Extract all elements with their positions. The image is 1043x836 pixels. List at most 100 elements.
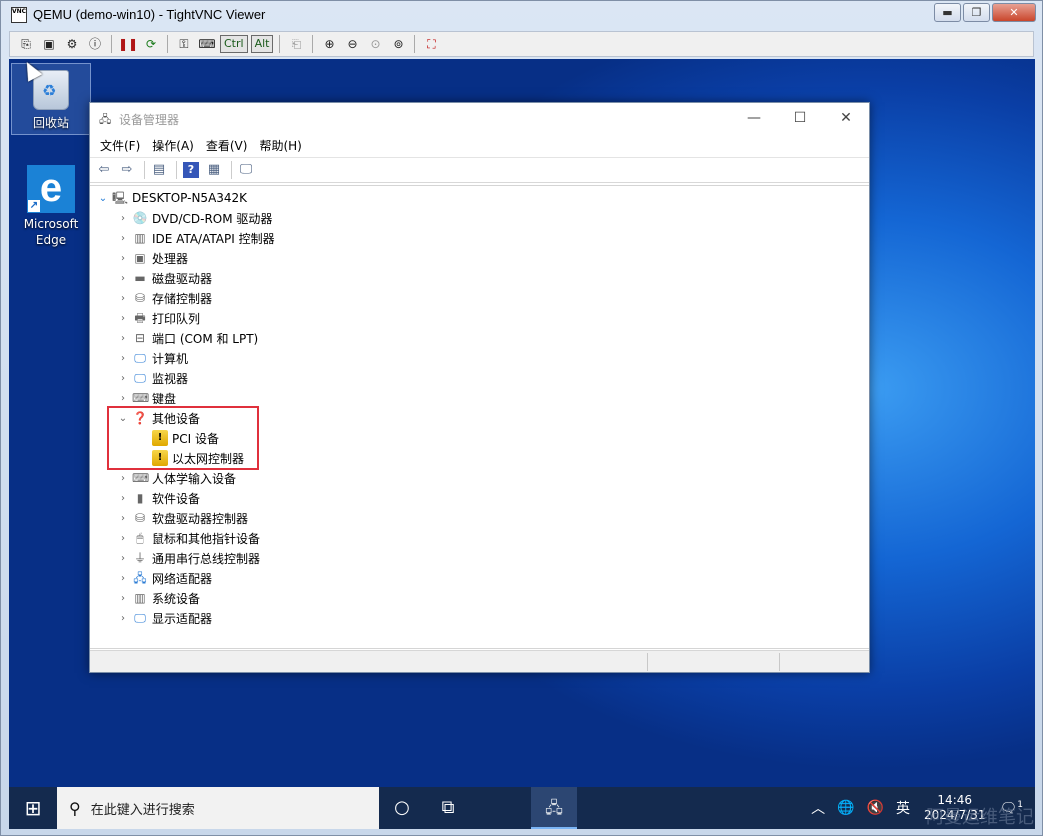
device-tree[interactable]: ⌄ 🖳 DESKTOP-N5A342K › 💿 DVD/CD-ROM 驱动器 › ▥ ID… <box>90 185 869 649</box>
refresh-icon[interactable]: ⟳ <box>141 34 161 54</box>
back-icon[interactable]: ⇦ <box>94 160 114 180</box>
chevron-down-icon[interactable]: ⌄ <box>96 193 110 204</box>
start-button[interactable]: ⊞ <box>9 787 57 829</box>
clipboard-icon[interactable]: ⎗ <box>286 34 306 54</box>
chevron-right-icon[interactable]: › <box>116 473 130 484</box>
tree-category-7[interactable]: › 🖵 计算机 <box>116 348 188 368</box>
vnc-window-title: QEMU (demo-win10) - TightVNC Viewer <box>33 7 266 22</box>
view-icon[interactable]: ▦ <box>204 160 224 180</box>
alt-key-button[interactable]: Alt <box>250 35 274 53</box>
dm-window-title: 设备管理器 <box>119 113 180 127</box>
forward-icon[interactable]: ⇨ <box>117 160 137 180</box>
help-icon[interactable]: ? <box>183 162 199 178</box>
zoom-fit-icon[interactable]: ⊚ <box>388 34 408 54</box>
chevron-right-icon[interactable]: › <box>116 233 130 244</box>
pause-icon[interactable]: ❚❚ <box>118 34 138 54</box>
chevron-right-icon[interactable]: › <box>116 393 130 404</box>
menu-help[interactable]: 帮助(H) <box>253 137 307 154</box>
options-icon[interactable]: ⚙ <box>62 34 82 54</box>
close-button[interactable]: ✕ <box>992 3 1036 22</box>
ctrl-alt-del-icon[interactable]: ⌨ <box>197 34 217 54</box>
tree-category-6[interactable]: › ⊟ 端口 (COM 和 LPT) <box>116 328 258 348</box>
chevron-right-icon[interactable]: › <box>116 273 130 284</box>
dm-title-bar[interactable]: 🖧 设备管理器 — ☐ ✕ <box>90 103 869 133</box>
key-icon[interactable]: ⚿ <box>174 34 194 54</box>
device-manager-taskbar-button[interactable]: 🖧 <box>531 787 577 829</box>
tree-category-18[interactable]: › 🖵 显示适配器 <box>116 608 212 628</box>
chevron-right-icon[interactable]: › <box>116 373 130 384</box>
chevron-right-icon[interactable]: › <box>116 593 130 604</box>
tree-category-5[interactable]: › 🖶 打印队列 <box>116 308 200 328</box>
dvd-icon: 💿 <box>132 211 148 225</box>
chevron-right-icon[interactable]: › <box>116 333 130 344</box>
close-icon: ✕ <box>840 110 852 126</box>
chevron-right-icon[interactable]: › <box>116 553 130 564</box>
chevron-right-icon[interactable]: › <box>116 353 130 364</box>
task-view-button[interactable]: ⧉ <box>425 787 471 829</box>
edge-label: Microsoft Edge <box>23 217 79 247</box>
tree-category-11[interactable]: › ⌨ 人体学输入设备 <box>116 468 236 488</box>
properties-icon[interactable]: ▤ <box>149 160 169 180</box>
dm-close-button[interactable]: ✕ <box>823 103 869 133</box>
ime-indicator[interactable]: 英 <box>896 798 910 818</box>
monitor-icon[interactable]: 🖵 <box>236 160 256 180</box>
chevron-right-icon[interactable]: › <box>116 513 130 524</box>
tree-category-14[interactable]: › 🖱 鼠标和其他指针设备 <box>116 528 260 548</box>
chevron-right-icon[interactable]: › <box>116 533 130 544</box>
chevron-right-icon[interactable]: › <box>116 573 130 584</box>
tree-category-4[interactable]: › ⛁ 存储控制器 <box>116 288 212 308</box>
chevron-right-icon[interactable]: › <box>116 213 130 224</box>
toolbar-separator <box>231 161 232 179</box>
dm-minimize-button[interactable]: — <box>731 103 777 133</box>
network-icon[interactable]: 🌐 <box>837 800 854 816</box>
tree-category-12[interactable]: › ▮ 软件设备 <box>116 488 200 508</box>
tree-category-2[interactable]: › ▣ 处理器 <box>116 248 188 268</box>
tree-category-label: 显示适配器 <box>152 611 213 626</box>
dm-maximize-button[interactable]: ☐ <box>777 103 823 133</box>
chevron-down-icon[interactable]: ⌄ <box>116 413 130 424</box>
minimize-button[interactable]: ▬ <box>934 3 961 22</box>
taskbar: ⊞ ⚲ 在此键入进行搜索 ○ ⧉ 🖧 ︿ 🌐 🔇 英 14:46 2024/7/… <box>9 787 1035 829</box>
chevron-up-icon[interactable]: ︿ <box>811 798 825 818</box>
chevron-right-icon[interactable]: › <box>116 613 130 624</box>
chevron-right-icon[interactable]: › <box>116 313 130 324</box>
taskbar-search[interactable]: ⚲ 在此键入进行搜索 <box>57 787 379 829</box>
chevron-right-icon[interactable]: › <box>116 253 130 264</box>
ctrl-key-button[interactable]: Ctrl <box>220 35 248 53</box>
chevron-right-icon[interactable]: › <box>116 493 130 504</box>
tree-category-15[interactable]: › ⏚ 通用串行总线控制器 <box>116 548 260 568</box>
cortana-button[interactable]: ○ <box>379 787 425 829</box>
tree-category-1[interactable]: › ▥ IDE ATA/ATAPI 控制器 <box>116 228 275 248</box>
tree-category-9[interactable]: › ⌨ 键盘 <box>116 388 176 408</box>
toolbar-separator <box>176 161 177 179</box>
save-icon[interactable]: ▣ <box>39 34 59 54</box>
tree-category-10[interactable]: ⌄ ❓ 其他设备 <box>116 408 200 428</box>
tree-category-8[interactable]: › 🖵 监视器 <box>116 368 188 388</box>
zoom-in-icon[interactable]: ⊕ <box>319 34 339 54</box>
tree-category-13[interactable]: › ⛁ 软盘驱动器控制器 <box>116 508 248 528</box>
tree-device[interactable]: ! 以太网控制器 <box>150 448 244 468</box>
shortcut-arrow-icon: ↗ <box>28 200 40 212</box>
toolbar-separator <box>414 35 416 53</box>
tree-root[interactable]: ⌄ 🖳 DESKTOP-N5A342K <box>96 188 247 208</box>
edge-shortcut[interactable]: e ↗ Microsoft Edge <box>11 165 91 248</box>
volume-muted-icon[interactable]: 🔇 <box>867 800 884 816</box>
zoom-100-icon[interactable]: ⊙ <box>365 34 385 54</box>
fullscreen-icon[interactable]: ⛶ <box>421 34 441 54</box>
menu-file[interactable]: 文件(F) <box>94 137 146 154</box>
tree-category-0[interactable]: › 💿 DVD/CD-ROM 驱动器 <box>116 208 272 228</box>
remote-desktop[interactable]: ♻ 回收站 e ↗ Microsoft Edge 🖧 设备管理器 — ☐ ✕ 文件… <box>9 59 1035 829</box>
maximize-button[interactable]: ❐ <box>963 3 990 22</box>
task-view-icon: ⧉ <box>441 797 455 818</box>
menu-view[interactable]: 查看(V) <box>200 137 254 154</box>
new-connection-icon[interactable]: ⎘ <box>16 34 36 54</box>
info-icon[interactable]: ⓘ <box>85 34 105 54</box>
tree-category-3[interactable]: › ▬ 磁盘驱动器 <box>116 268 212 288</box>
chevron-right-icon[interactable]: › <box>116 293 130 304</box>
vnc-title-bar[interactable]: VNC QEMU (demo-win10) - TightVNC Viewer … <box>1 1 1042 29</box>
tree-device[interactable]: ! PCI 设备 <box>150 428 219 448</box>
zoom-out-icon[interactable]: ⊖ <box>342 34 362 54</box>
menu-action[interactable]: 操作(A) <box>146 137 200 154</box>
tree-category-17[interactable]: › ▥ 系统设备 <box>116 588 200 608</box>
tree-category-16[interactable]: › 🖧 网络适配器 <box>116 568 212 588</box>
